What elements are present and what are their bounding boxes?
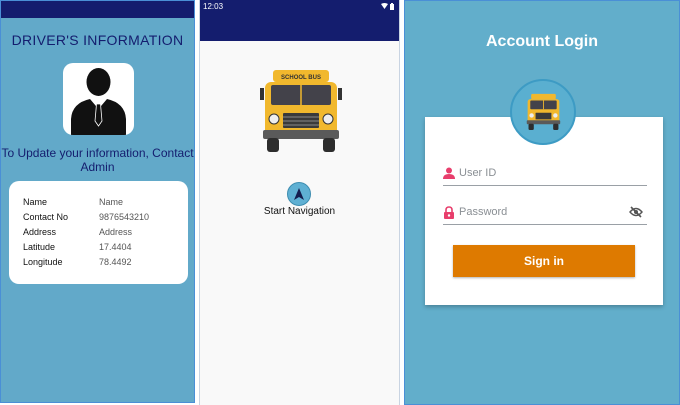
user-id-field[interactable] — [443, 163, 647, 186]
login-title: Account Login — [486, 33, 598, 50]
detail-value: 17.4404 — [99, 242, 132, 252]
detail-value: Address — [99, 227, 133, 237]
detail-row-latitude: Latitude 17.4404 — [23, 242, 183, 257]
detail-value: 9876543210 — [99, 212, 150, 222]
app-logo — [510, 79, 576, 145]
start-navigation-label[interactable]: Start Navigation — [200, 206, 399, 217]
detail-label: Latitude — [23, 242, 56, 252]
password-input[interactable] — [459, 203, 619, 221]
person-icon — [443, 167, 455, 179]
visibility-off-icon[interactable] — [629, 206, 643, 218]
wifi-icon — [380, 3, 388, 9]
navigation-arrow-icon — [294, 188, 304, 200]
detail-row-contact: Contact No 9876543210 — [23, 212, 183, 227]
detail-label: Address — [23, 227, 57, 237]
detail-row-name: Name Name — [23, 197, 183, 212]
driver-info-title: DRIVER'S INFORMATION — [11, 32, 184, 48]
password-field[interactable] — [443, 202, 647, 225]
status-icons — [380, 2, 394, 11]
navigation-screen: 12:03 SCHOOL BUS Start Navigation — [199, 0, 400, 405]
driver-details-card: Name Name Contact No 9876543210 Address … — [9, 181, 188, 284]
start-navigation-button[interactable] — [287, 182, 311, 206]
login-screen: Account Login Sign in — [404, 0, 680, 405]
bus-sign: SCHOOL BUS — [281, 75, 321, 81]
battery-icon — [390, 3, 394, 10]
detail-row-address: Address Address — [23, 227, 183, 242]
detail-label: Name — [23, 197, 48, 207]
driver-top-bar — [1, 1, 194, 18]
lock-icon — [444, 206, 454, 219]
detail-row-longitude: Longitude 78.4492 — [23, 257, 183, 272]
driver-avatar — [63, 63, 134, 135]
update-info-note: To Update your information, Contact Admi… — [1, 146, 194, 174]
driver-info-screen: DRIVER'S INFORMATION To Update your info… — [0, 0, 195, 403]
person-icon — [71, 68, 126, 135]
detail-label: Longitude — [23, 257, 63, 267]
school-bus-icon — [526, 93, 561, 130]
status-bar: 12:03 — [200, 0, 399, 41]
detail-label: Contact No — [23, 212, 69, 222]
detail-value: Name — [99, 197, 124, 207]
status-time: 12:03 — [203, 2, 224, 11]
detail-value: 78.4492 — [99, 257, 132, 267]
sign-in-button[interactable]: Sign in — [453, 245, 635, 277]
login-card: Sign in — [425, 117, 663, 305]
school-bus-icon: SCHOOL BUS — [260, 70, 342, 152]
user-id-input[interactable] — [459, 164, 619, 182]
